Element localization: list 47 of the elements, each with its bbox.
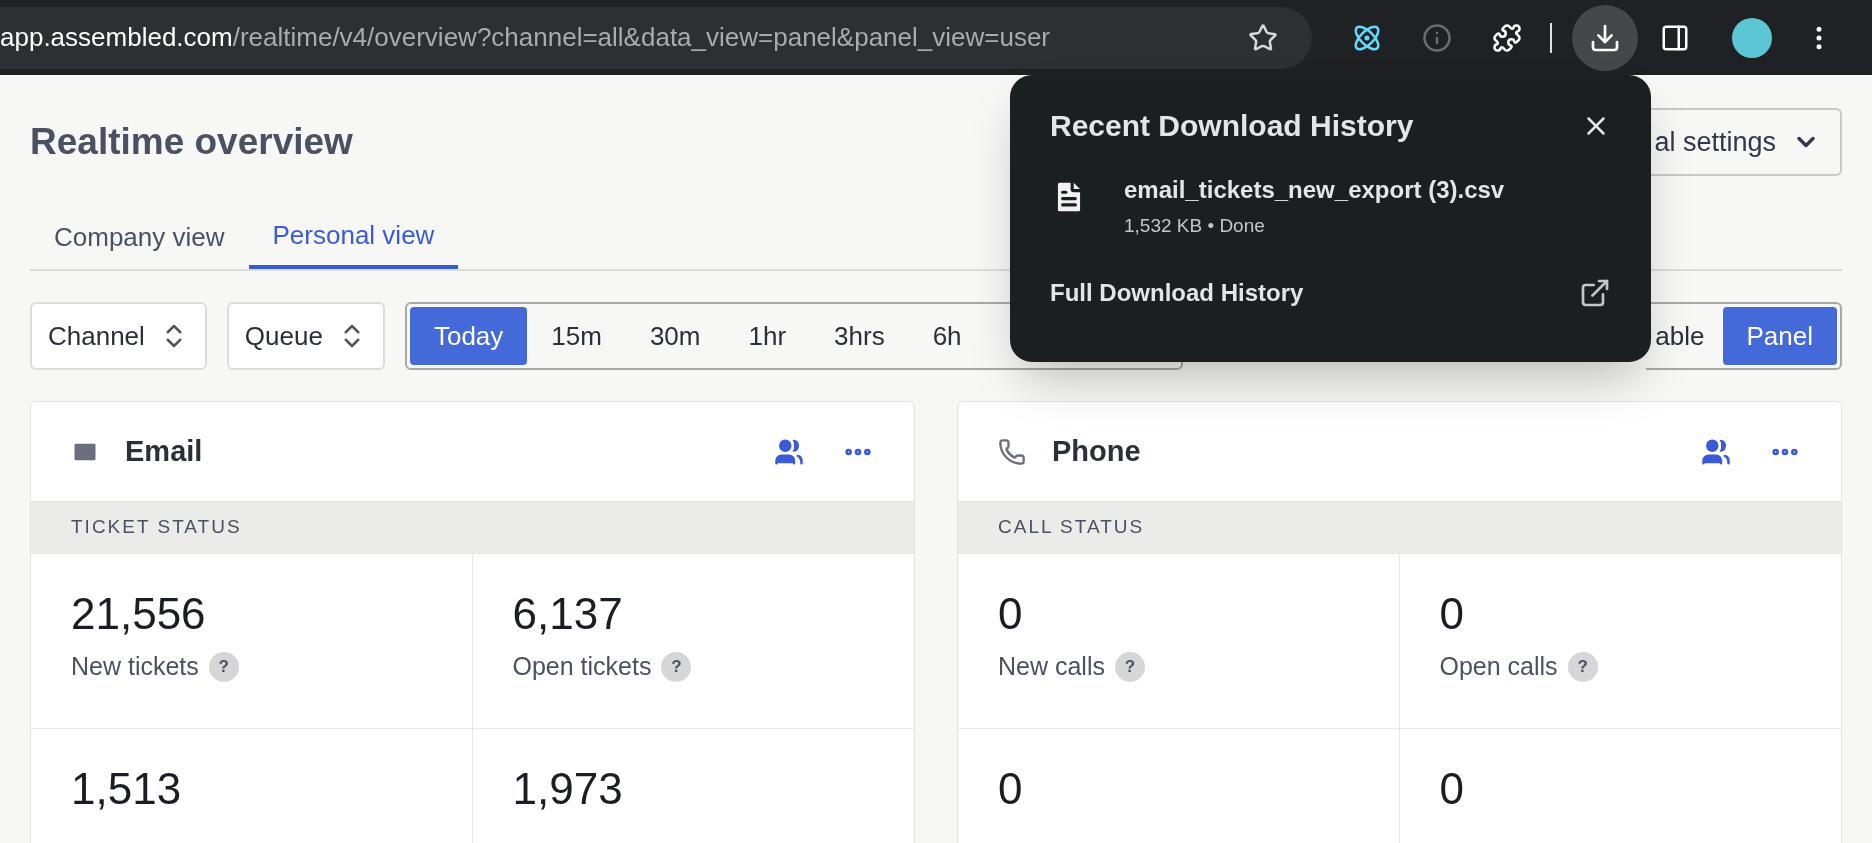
help-badge[interactable]: ? (1567, 651, 1598, 682)
time-range-option[interactable]: 30m (625, 307, 725, 365)
card-title: Email (125, 433, 203, 469)
full-history-link[interactable]: Full Download History (1050, 274, 1304, 311)
view-tab[interactable]: Company view (30, 205, 249, 269)
info-icon[interactable] (1422, 22, 1452, 53)
metric-label: Open tickets (512, 651, 652, 682)
profile-avatar[interactable] (1732, 17, 1772, 58)
view-mode-option[interactable]: able (1649, 307, 1723, 365)
metric-value: 6,137 (512, 588, 624, 640)
time-range-option[interactable]: 3hrs (810, 307, 909, 365)
section-header: TICKET STATUS (31, 502, 914, 554)
time-range-option[interactable]: Today (409, 307, 528, 365)
filter-select[interactable]: Queue (226, 302, 385, 370)
card-title: Phone (1052, 433, 1141, 469)
help-badge[interactable]: ? (661, 651, 692, 682)
file-status: 1,532 KB • Done (1124, 214, 1266, 238)
download-item[interactable]: email_tickets_new_export (3).csv 1,532 KB • Done (1050, 172, 1611, 241)
metric-value: 0 (998, 588, 1024, 640)
help-badge[interactable]: ? (1115, 651, 1145, 682)
atom-icon[interactable] (1352, 22, 1382, 53)
metric-label: New calls (998, 651, 1105, 682)
page-title: Realtime overview (30, 120, 353, 165)
file-name: email_tickets_new_export (3).csv (1124, 175, 1505, 205)
metric-label: Open calls (1439, 651, 1558, 682)
metric-label: New tickets (71, 651, 199, 682)
time-range-option[interactable]: 6h (908, 307, 986, 365)
time-range-option[interactable]: 1hr (724, 307, 811, 365)
help-badge[interactable]: ? (208, 651, 239, 682)
metric-value: 21,556 (71, 588, 207, 640)
bookmark-star-icon[interactable] (1248, 22, 1278, 53)
settings-button[interactable]: al settings (1648, 108, 1842, 176)
view-tab[interactable]: Personal view (248, 205, 459, 269)
phone-icon (998, 437, 1026, 466)
metric-value: 0 (998, 763, 1024, 815)
metric-value: 1,513 (71, 763, 183, 815)
address-bar[interactable]: app.assembled.com/realtime/v4/overview?channel=all&data_view=panel&panel_view=user (0, 6, 1312, 69)
metric-value: 1,973 (512, 763, 624, 815)
view-mode-option[interactable]: Panel (1722, 307, 1837, 365)
filter-select[interactable]: Channel (30, 302, 207, 370)
metric-value: 0 (1439, 588, 1465, 640)
section-header: CALL STATUS (958, 502, 1841, 554)
metric-value: 0 (1439, 763, 1465, 815)
popup-title: Recent Download History (1050, 108, 1414, 144)
time-range-option[interactable]: 15m (527, 307, 626, 365)
url-text: app.assembled.com/realtime/v4/overview?channel=all&data_view=panel&panel_view=user (0, 21, 1051, 54)
puzzle-icon[interactable] (1492, 22, 1522, 53)
